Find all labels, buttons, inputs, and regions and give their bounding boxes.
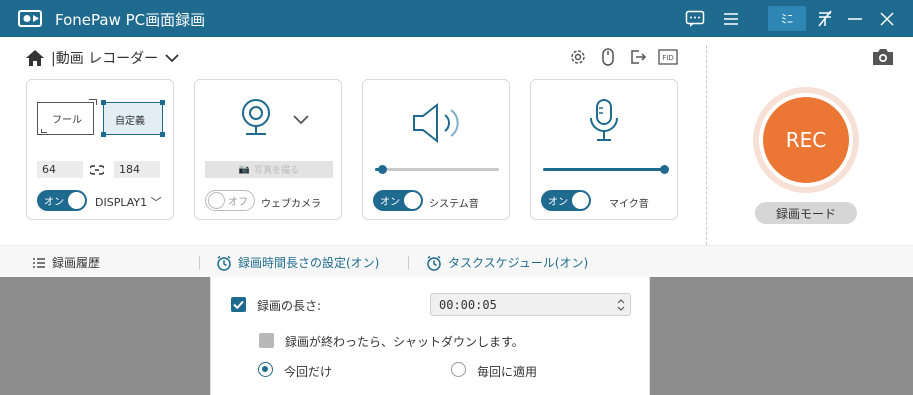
record-mode-button[interactable]: 録画モード [755,202,857,224]
system-sound-card: オン システム音 [362,79,510,220]
task-schedule-button[interactable]: タスクスケジュール(オン) [426,254,588,271]
duration-setting-button[interactable]: 録画時間長さの設定(オン) [216,254,379,271]
svg-text:FID: FID [662,54,673,62]
settings-gear-icon[interactable] [568,47,588,67]
camera-icon: 📷 [238,164,251,175]
mic-toggle[interactable]: オン [541,190,591,211]
microphone-card: オン マイク音 [530,79,678,220]
chevron-down-icon: ﹀ [150,196,162,209]
screen-toggle[interactable]: オン [37,190,87,211]
microphone-icon [590,99,618,141]
top-toolbar: FID [568,47,678,67]
app-title: FonePaw PC画面録画 [55,11,206,29]
home-icon[interactable] [25,49,45,67]
duration-popup: 録画の長さ: 00:00:05 録画が終わったら、シャットダウンします。 今回だ… [210,277,650,395]
mode-selector[interactable]: |動画 レコーダー [25,48,180,68]
main-panel: |動画 レコーダー FID フール 自定義 64 184 オン DISPLAY1… [0,37,913,277]
system-sound-label: システム音 [429,199,479,210]
camera-snapshot-icon[interactable] [870,46,896,68]
section-divider [706,45,707,245]
mini-mode-button[interactable]: ﾐﾆ [768,6,806,31]
fid-icon[interactable]: FID [658,47,678,67]
rec-button-ring: REC [753,87,859,193]
feedback-icon[interactable] [682,6,708,31]
mic-label: マイク音 [609,199,649,210]
width-input[interactable]: 64 [37,161,83,178]
apply-once-label: 今回だけ [284,365,333,379]
title-bar: FonePaw PC画面録画 ﾐﾆ [0,0,913,37]
mouse-icon[interactable] [598,47,618,67]
shutdown-label: 録画が終わったら、シャットダウンします。 [285,335,524,349]
webcam-toggle[interactable]: オフ [205,190,255,211]
shutdown-checkbox[interactable] [259,333,274,348]
display-select[interactable]: DISPLAY1 ﹀ [95,194,162,210]
stepper-icon[interactable] [616,297,626,313]
chevron-down-icon[interactable] [292,114,310,126]
webcam-card: 📷 写真を撮る オフ ウェブカメラ [194,79,342,220]
rec-button[interactable]: REC [763,97,849,183]
speaker-icon [413,102,459,144]
history-button[interactable]: 録画履歴 [32,254,100,271]
take-photo-button[interactable]: 📷 写真を撮る [205,161,333,178]
list-icon [33,257,45,268]
screen-area-card: フール 自定義 64 184 オン DISPLAY1 ﹀ [26,79,174,220]
custom-area-option[interactable]: 自定義 [101,100,165,137]
system-volume-slider[interactable] [375,165,499,174]
menu-icon[interactable] [720,6,742,31]
recording-length-label: 録画の長さ: [257,299,322,313]
system-sound-toggle[interactable]: オン [373,190,423,211]
pin-icon[interactable] [814,6,836,31]
webcam-label: ウェブカメラ [261,199,321,210]
mode-label: |動画 レコーダー [51,51,159,67]
export-icon[interactable] [628,47,648,67]
recording-length-input[interactable]: 00:00:05 [430,293,631,316]
close-icon[interactable] [876,6,898,31]
link-icon[interactable] [90,164,104,176]
bottom-bar: 録画履歴 録画時間長さの設定(オン) タスクスケジュール(オン) [0,245,913,277]
minimize-icon[interactable] [844,6,866,31]
mic-volume-slider[interactable] [543,165,670,174]
webcam-icon [242,99,270,135]
height-input[interactable]: 184 [114,161,160,178]
alarm-clock-icon [427,255,441,271]
alarm-clock-icon [217,255,231,271]
chevron-down-icon[interactable] [164,53,180,63]
apply-every-radio[interactable] [451,362,466,377]
recording-length-checkbox[interactable] [231,297,246,312]
apply-once-radio[interactable] [258,362,273,377]
app-logo-icon [18,10,42,27]
full-screen-option[interactable]: フール [37,99,97,135]
checkmark-icon [233,300,244,310]
apply-every-label: 毎回に適用 [477,365,538,379]
